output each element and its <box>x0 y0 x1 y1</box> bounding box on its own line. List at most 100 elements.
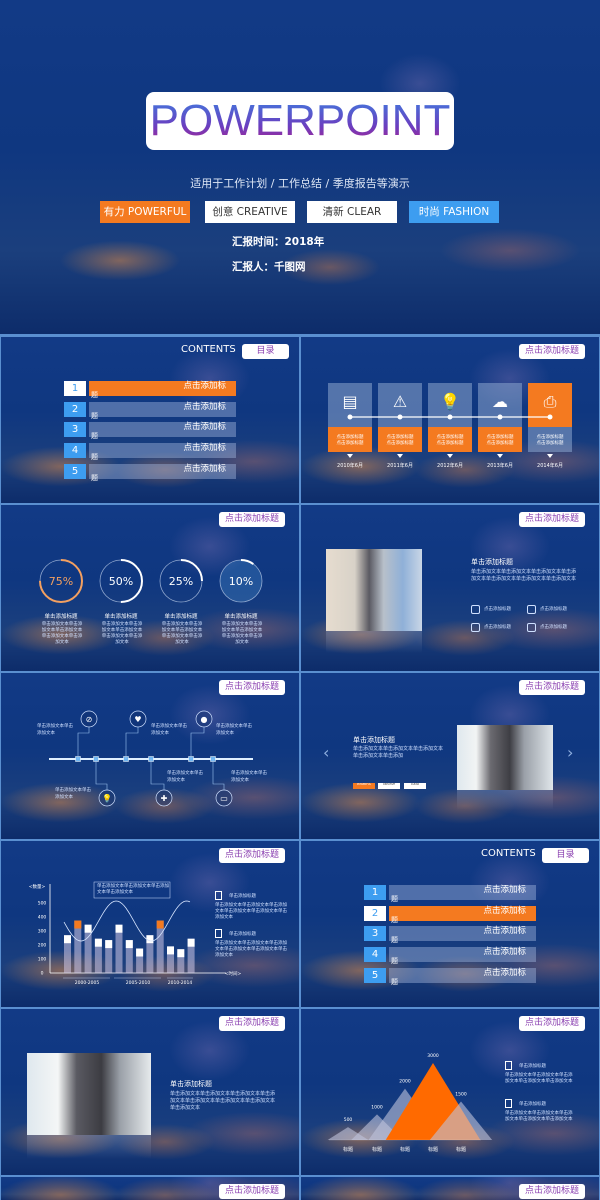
contents-item[interactable]: 点击添加标题 <box>389 947 536 965</box>
cover-subtitle: 适用于工作计划 / 工作总结 / 季度报告等演示 <box>190 177 410 190</box>
contents-item[interactable]: 点击添加标题 <box>389 967 536 986</box>
y-tick-label: 400 <box>38 915 47 921</box>
feature-label: 点击添加标题 <box>540 625 567 630</box>
cover-title: POWERPOINT <box>146 96 454 146</box>
slide-contents-2[interactable]: CONTENTS 目录 1 点击添加标题 2 点击添加标题 3 点击添加标题 4 点击添加标题… <box>301 841 599 1007</box>
slide-carousel[interactable]: 点击添加标题 ‹ › 单击添加标题 单击添加文本单击添加文本单击添加文本单击添加… <box>301 673 599 839</box>
contents-number: 5 <box>364 967 386 983</box>
progress-value: 25% <box>169 575 193 588</box>
contents-item-text: 点击添加标 <box>183 422 226 433</box>
slide-photo[interactable]: 点击添加标题 单击添加标题 单击添加文本单击添加文本单击添加文本单击添加文本单击… <box>301 505 599 671</box>
connector-line <box>95 759 108 790</box>
contents-item-text: 点击添加标 <box>483 885 526 895</box>
side-body: 单击添加文本单击添加文本单击添加文本单击添加文本单击添加文本 <box>505 1111 573 1122</box>
connector-line <box>190 727 205 759</box>
contents-item[interactable]: 点击添加标题 <box>389 905 536 924</box>
contents-item[interactable]: 点击添加标题 <box>89 381 236 399</box>
contents-number: 2 <box>64 401 86 417</box>
carousel-body: 单击添加文本单击添加文本单击添加文本单击添加文本单击添加 <box>353 746 444 759</box>
connector-line <box>212 759 225 790</box>
progress-title: 单击添加标题 <box>224 612 258 620</box>
slide-mountain-chart[interactable]: 点击添加标题 500 标题 1000 标题 2000 标题 3000 标题 1500 标题 单击添… <box>301 1009 599 1175</box>
contents-item-text: 点击添加标 <box>183 443 226 454</box>
connector-line <box>150 759 165 790</box>
peak-value-label: 1500 <box>455 1092 467 1098</box>
peak-value-label: 2000 <box>399 1079 411 1085</box>
slide-progress[interactable]: 点击添加标题 75% 单击添加标题 50% 单击添加标题 25% 单击添加标题 10% 单击添… <box>1 505 299 671</box>
timeline-text: 单击添加文本单击添加文本 <box>151 724 187 736</box>
contents-button[interactable]: 目录 <box>242 344 289 359</box>
contents-item[interactable]: 点击添加标题 <box>89 463 236 482</box>
slide-icon-timeline[interactable]: 点击添加标题 ⊘ ♥ ● 💡 ✚ ▭ 单击添加文本单击添加文本 单击添加文本单击添加文本 单击… <box>1 673 299 839</box>
business-photo <box>27 1053 151 1135</box>
bar-cap <box>177 949 185 958</box>
printer-icon: ⎙ <box>544 392 557 411</box>
progress-body: 单击添加文本单击添加文本单击添加文本单击添加文本单击添加文本 <box>221 622 263 645</box>
contents-item[interactable]: 点击添加标题 <box>89 422 236 440</box>
progress-title: 单击添加标题 <box>164 612 198 620</box>
header-button[interactable]: 点击添加标题 <box>519 512 585 527</box>
contents-item-text: 点击添加标 <box>483 905 526 916</box>
calculator-icon <box>505 1061 512 1070</box>
contents-item-text: 点击添加标 <box>183 463 226 474</box>
contents-number: 2 <box>364 905 386 921</box>
peak-value-label: 3000 <box>427 1053 439 1059</box>
contents-number: 4 <box>64 443 86 459</box>
cover-slide[interactable]: POWERPOINT 适用于工作计划 / 工作总结 / 季度报告等演示 有力 P… <box>0 0 600 334</box>
category-label: 标题 <box>428 1146 438 1153</box>
contents-item[interactable]: 点击添加标题 <box>389 926 536 944</box>
slide-contents[interactable]: CONTENTS 目录 1 点击添加标题 2 点击添加标题 3 点击添加标题 4 点击添加标题… <box>1 337 299 503</box>
slide-bar-chart[interactable]: 点击添加标题 <数量> <时间> 0 100 200 300 400 500 2000-2005… <box>1 841 299 1007</box>
notebook-icon: ▤ <box>342 392 357 411</box>
progress-value: 75% <box>49 575 73 588</box>
contents-item[interactable]: 点击添加标题 <box>89 401 236 420</box>
contents-item[interactable]: 点击添加标题 <box>89 443 236 461</box>
slide-photo-2[interactable]: 点击添加标题 单击添加标题 单击添加文本单击添加文本单击添加文本单击添加文本单击… <box>1 1009 299 1175</box>
globe-icon <box>527 605 536 614</box>
progress-value: 10% <box>229 575 253 588</box>
contents-item-text-cont: 题 <box>391 915 398 924</box>
side-title: 单击添加标题 <box>519 1102 546 1107</box>
side-title: 单击添加标题 <box>229 932 256 937</box>
contents-item-text-cont: 题 <box>91 391 98 399</box>
chat-icon: ● <box>201 715 208 724</box>
contents-button[interactable]: 目录 <box>542 848 589 863</box>
contents-item-text: 点击添加标 <box>483 967 526 978</box>
slide-partial-right[interactable]: 点击添加标题 <box>301 1177 599 1200</box>
contents-item-text: 点击添加标 <box>483 947 526 958</box>
timeline-date: 2010年6月 <box>337 462 363 469</box>
header-button[interactable]: 点击添加标题 <box>219 1016 285 1031</box>
contents-item-text-cont: 题 <box>91 453 98 462</box>
tag-creative: 创意 CREATIVE <box>205 201 295 223</box>
bar-cap <box>125 940 133 949</box>
timeline-text: 单击添加文本单击添加文本 <box>55 788 91 800</box>
contents-item-text-cont: 题 <box>391 936 398 945</box>
timeline-date: 2013年6月 <box>487 462 513 469</box>
bar-cap <box>136 948 144 957</box>
bar-cap <box>115 924 123 933</box>
card-text: 点击添加标题 <box>487 433 514 440</box>
y-tick-label: 300 <box>38 929 47 935</box>
contents-item-text: 点击添加标 <box>183 381 226 391</box>
contents-item[interactable]: 点击添加标题 <box>389 885 536 903</box>
contents-item-text: 点击添加标 <box>183 401 226 412</box>
slide-partial-left[interactable]: 点击添加标题 <box>1 1177 299 1200</box>
business-photo <box>326 549 422 631</box>
prev-arrow-icon[interactable]: ‹ <box>323 743 329 762</box>
peak-value-label: 500 <box>344 1117 353 1123</box>
slide-timeline[interactable]: 点击添加标题 ▤ 点击添加标题 点击添加标题 2010年6月 ⚠ 点击添加标题 点击添加标题… <box>301 337 599 503</box>
photo-reflection <box>457 790 553 810</box>
trend-line <box>63 900 191 942</box>
report-time: 汇报时间：2018年 <box>232 236 325 248</box>
peak-value-label: 1000 <box>371 1104 383 1110</box>
timeline-arrow-icon <box>347 454 353 458</box>
header-button[interactable]: 点击添加标题 <box>519 1184 585 1199</box>
next-arrow-icon[interactable]: › <box>567 743 573 762</box>
contents-label: CONTENTS <box>481 848 536 859</box>
header-button[interactable]: 点击添加标题 <box>519 680 585 695</box>
card-text: 点击添加标题 <box>387 433 414 440</box>
photo-title: 单击添加标题 <box>471 558 513 566</box>
timeline-graphic: ▤点击添加标题点击添加标题2010年6月⚠点击添加标题点击添加标题2011年6月… <box>328 383 572 469</box>
warning-icon: ⚠ <box>393 392 407 411</box>
header-button[interactable]: 点击添加标题 <box>219 1184 285 1199</box>
